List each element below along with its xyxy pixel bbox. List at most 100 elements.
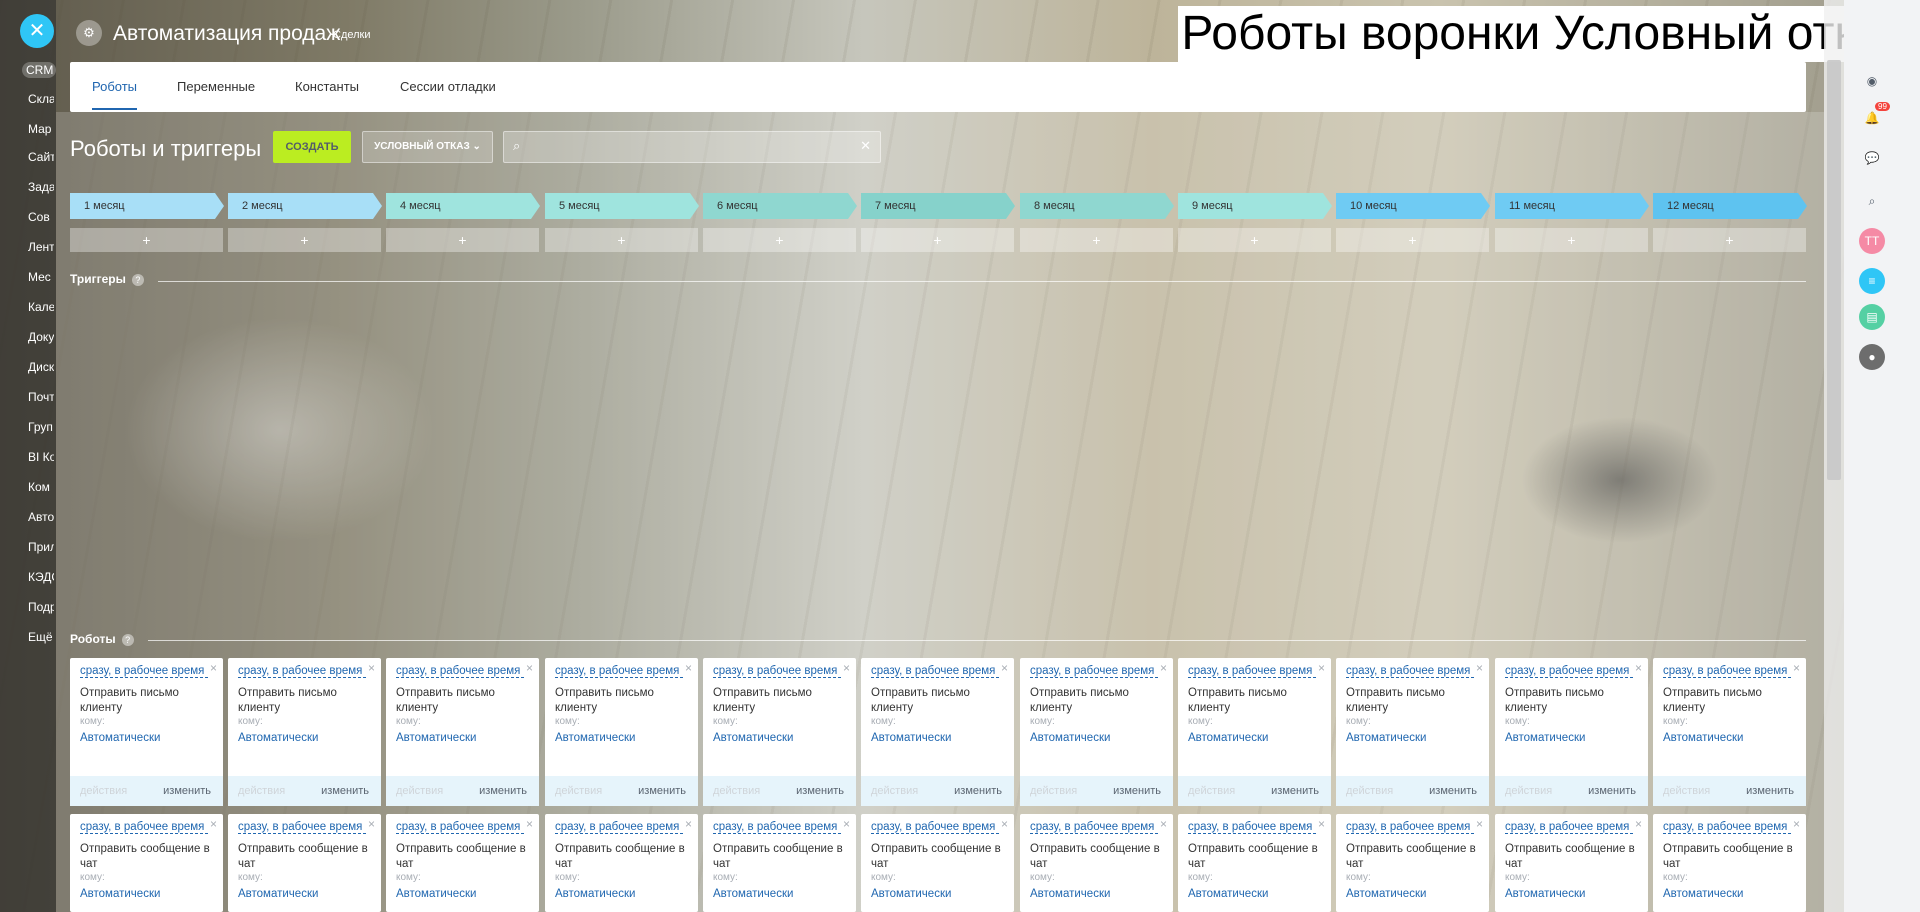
avatar[interactable]: TT <box>1859 228 1885 254</box>
close-icon[interactable]: × <box>210 661 217 675</box>
robot-card[interactable]: сразу, в рабочее время × Отправить письмо … <box>1653 658 1806 806</box>
close-icon[interactable]: × <box>1476 661 1483 675</box>
robot-mode[interactable]: Автоматически <box>1346 732 1426 744</box>
robot-delay-link[interactable]: сразу, в рабочее время <box>1030 821 1158 834</box>
robot-card[interactable]: сразу, в рабочее время × Отправить письмо … <box>1178 658 1331 806</box>
robot-card[interactable]: сразу, в рабочее время × Отправить письмо … <box>545 658 698 806</box>
robot-mode[interactable]: Автоматически <box>1188 732 1268 744</box>
stage-header[interactable]: 1 месяц <box>70 193 224 219</box>
robot-card[interactable]: сразу, в рабочее время × Отправить письмо … <box>1020 658 1173 806</box>
add-trigger-button[interactable]: + <box>545 228 698 252</box>
help-icon[interactable]: ? <box>121 634 134 646</box>
stage-header[interactable]: 12 месяц <box>1653 193 1807 219</box>
robot-delay-link[interactable]: сразу, в рабочее время <box>396 821 524 834</box>
chat-icon[interactable]: 💬 <box>1859 145 1885 171</box>
close-icon[interactable]: × <box>526 817 533 831</box>
stage-header[interactable]: 2 месяц <box>228 193 382 219</box>
robot-mode[interactable]: Автоматически <box>80 888 160 900</box>
add-trigger-button[interactable]: + <box>1495 228 1648 252</box>
robot-card[interactable]: сразу, в рабочее время × Отправить письмо … <box>228 658 381 806</box>
robot-mode[interactable]: Автоматически <box>80 732 160 744</box>
search-box[interactable]: ⌕ ✕ <box>503 131 881 163</box>
robot-card[interactable]: сразу, в рабочее время × Отправить сообщен… <box>228 814 381 912</box>
close-icon[interactable]: × <box>526 661 533 675</box>
robot-card[interactable]: сразу, в рабочее время × Отправить сообщен… <box>1020 814 1173 912</box>
create-button[interactable]: СОЗДАТЬ <box>273 131 351 163</box>
robot-mode[interactable]: Автоматически <box>713 732 793 744</box>
tab-variables[interactable]: Переменные <box>177 79 255 94</box>
add-trigger-button[interactable]: + <box>861 228 1014 252</box>
search-input[interactable] <box>532 138 856 158</box>
robot-card[interactable]: сразу, в рабочее время × Отправить письмо … <box>1336 658 1489 806</box>
add-trigger-button[interactable]: + <box>386 228 539 252</box>
sidebar-item[interactable]: Кале <box>28 300 54 314</box>
robot-mode[interactable]: Автоматически <box>238 888 318 900</box>
close-icon[interactable]: × <box>1793 661 1800 675</box>
edit-link[interactable]: изменить <box>163 785 211 797</box>
robot-delay-link[interactable]: сразу, в рабочее время <box>1188 821 1316 834</box>
edit-link[interactable]: изменить <box>1746 785 1794 797</box>
sidebar-item[interactable]: Мес <box>28 270 54 284</box>
robot-delay-link[interactable]: сразу, в рабочее время <box>1346 665 1474 678</box>
robot-delay-link[interactable]: сразу, в рабочее время <box>80 665 208 678</box>
close-icon[interactable]: × <box>1160 817 1167 831</box>
stage-header[interactable]: 4 месяц <box>386 193 540 219</box>
robot-delay-link[interactable]: сразу, в рабочее время <box>238 665 366 678</box>
messenger-icon[interactable]: ≡ <box>1859 268 1885 294</box>
sidebar-item[interactable]: Авто <box>28 510 54 524</box>
sidebar-item[interactable]: BI Ко <box>28 450 54 464</box>
add-trigger-button[interactable]: + <box>1178 228 1331 252</box>
close-icon[interactable]: × <box>685 817 692 831</box>
funnel-select[interactable]: УСЛОВНЫЙ ОТКАЗ ⌄ <box>362 131 493 163</box>
robot-card[interactable]: сразу, в рабочее время × Отправить сообщен… <box>703 814 856 912</box>
robot-delay-link[interactable]: сразу, в рабочее время <box>1505 665 1633 678</box>
stage-header[interactable]: 9 месяц <box>1178 193 1332 219</box>
sidebar-item[interactable]: Ещё <box>28 630 54 644</box>
sidebar-item[interactable]: Доку <box>28 330 54 344</box>
sidebar-item[interactable]: Почт <box>28 390 54 404</box>
robot-card[interactable]: сразу, в рабочее время × Отправить сообщен… <box>1336 814 1489 912</box>
user-avatar[interactable]: ● <box>1859 344 1885 370</box>
robot-delay-link[interactable]: сразу, в рабочее время <box>871 821 999 834</box>
sidebar-item[interactable]: Скла <box>28 92 54 106</box>
robot-card[interactable]: сразу, в рабочее время × Отправить письмо … <box>1495 658 1648 806</box>
robot-mode[interactable]: Автоматически <box>1505 888 1585 900</box>
tab-robots[interactable]: Роботы <box>92 79 138 110</box>
edit-link[interactable]: изменить <box>796 785 844 797</box>
scrollbar-thumb[interactable] <box>1827 60 1841 480</box>
robot-mode[interactable]: Автоматически <box>1663 732 1743 744</box>
add-trigger-button[interactable]: + <box>703 228 856 252</box>
stage-header[interactable]: 8 месяц <box>1020 193 1174 219</box>
robot-card[interactable]: сразу, в рабочее время × Отправить сообщен… <box>70 814 223 912</box>
notes-icon[interactable]: ▤ <box>1859 304 1885 330</box>
robot-card[interactable]: сразу, в рабочее время × Отправить сообщен… <box>1495 814 1648 912</box>
robot-mode[interactable]: Автоматически <box>1030 888 1110 900</box>
close-icon[interactable]: × <box>1793 817 1800 831</box>
robot-delay-link[interactable]: сразу, в рабочее время <box>238 821 366 834</box>
robot-delay-link[interactable]: сразу, в рабочее время <box>871 665 999 678</box>
robot-mode[interactable]: Автоматически <box>713 888 793 900</box>
add-trigger-button[interactable]: + <box>1653 228 1806 252</box>
edit-link[interactable]: изменить <box>1271 785 1319 797</box>
robot-mode[interactable]: Автоматически <box>1030 732 1110 744</box>
robot-card[interactable]: сразу, в рабочее время × Отправить сообщен… <box>861 814 1014 912</box>
robot-delay-link[interactable]: сразу, в рабочее время <box>555 821 683 834</box>
search-icon[interactable]: ⌕ <box>1859 188 1885 214</box>
robot-delay-link[interactable]: сразу, в рабочее время <box>1663 821 1791 834</box>
robot-mode[interactable]: Автоматически <box>396 732 476 744</box>
sidebar-item[interactable]: Груп <box>28 420 54 434</box>
sidebar-item[interactable]: Сов <box>28 210 54 224</box>
close-icon[interactable]: × <box>843 661 850 675</box>
close-icon[interactable]: × <box>1318 817 1325 831</box>
sidebar-item[interactable]: Сайт <box>28 150 54 164</box>
robot-delay-link[interactable]: сразу, в рабочее время <box>1505 821 1633 834</box>
help-icon[interactable]: ? <box>131 274 144 286</box>
close-icon[interactable]: ✕ <box>20 14 54 48</box>
close-icon[interactable]: × <box>1476 817 1483 831</box>
robot-mode[interactable]: Автоматически <box>1188 888 1268 900</box>
robot-mode[interactable]: Автоматически <box>555 732 635 744</box>
sidebar-item[interactable]: Мар <box>28 122 54 136</box>
close-icon[interactable]: × <box>1635 817 1642 831</box>
close-icon[interactable]: × <box>685 661 692 675</box>
status-icon[interactable]: ◉ <box>1859 68 1885 94</box>
